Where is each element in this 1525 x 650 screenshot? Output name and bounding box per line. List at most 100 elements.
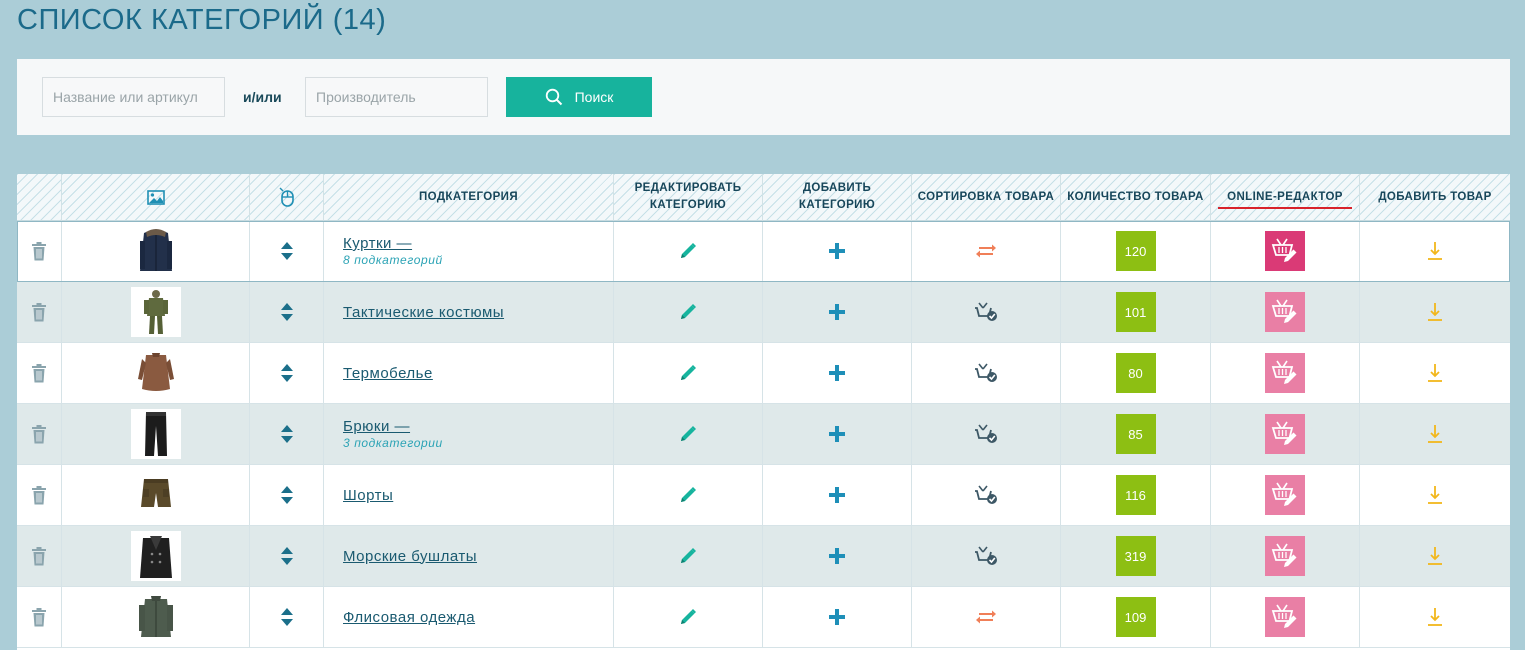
category-thumbnail[interactable] [130, 470, 181, 520]
category-link[interactable]: Термобелье [343, 365, 433, 382]
plus-icon[interactable] [829, 243, 845, 259]
download-icon[interactable] [1428, 242, 1442, 260]
product-count-badge[interactable]: 120 [1115, 231, 1156, 271]
reorder-arrows-icon[interactable] [280, 425, 293, 443]
edit-cell [614, 587, 763, 648]
plus-icon[interactable] [829, 609, 845, 625]
category-link[interactable]: Шорты [343, 487, 393, 504]
plus-icon[interactable] [829, 365, 845, 381]
product-count-badge[interactable]: 116 [1115, 475, 1156, 515]
delete-cell [17, 526, 62, 587]
product-count-badge[interactable]: 85 [1115, 414, 1156, 454]
product-count-badge[interactable]: 109 [1115, 597, 1156, 637]
swap-arrows-icon[interactable] [976, 609, 996, 625]
pencil-icon[interactable] [679, 303, 697, 321]
category-link[interactable]: Тактические костюмы [343, 304, 504, 321]
category-thumbnail[interactable] [130, 226, 181, 276]
product-count-badge[interactable]: 80 [1115, 353, 1156, 393]
pencil-icon[interactable] [679, 608, 697, 626]
plus-icon[interactable] [829, 426, 845, 442]
category-link[interactable]: Морские бушлаты [343, 548, 477, 565]
trash-icon[interactable] [31, 363, 47, 383]
subcategory-cell: Флисовая одежда [324, 587, 614, 648]
swap-arrows-icon[interactable] [976, 243, 996, 259]
category-link[interactable]: Флисовая одежда [343, 609, 475, 626]
online-editor-button[interactable] [1265, 536, 1305, 576]
reorder-arrows-icon[interactable] [280, 486, 293, 504]
plus-icon[interactable] [829, 304, 845, 320]
category-thumbnail[interactable] [130, 348, 181, 398]
download-icon[interactable] [1428, 425, 1442, 443]
reorder-arrows-icon[interactable] [280, 364, 293, 382]
sort-cell [912, 526, 1061, 587]
pencil-icon[interactable] [679, 242, 697, 260]
add-product-cell [1360, 465, 1510, 526]
download-icon[interactable] [1428, 608, 1442, 626]
qty-cell: 101 [1061, 282, 1211, 343]
manufacturer-input[interactable] [305, 77, 488, 117]
category-thumbnail[interactable] [130, 531, 181, 581]
add-product-cell [1360, 526, 1510, 587]
trash-icon[interactable] [31, 485, 47, 505]
add-category-cell [763, 404, 912, 465]
trash-icon[interactable] [31, 241, 47, 261]
trash-icon[interactable] [31, 302, 47, 322]
subcategory-count: 8 подкатегорий [343, 253, 443, 267]
online-editor-button[interactable] [1265, 475, 1305, 515]
download-icon[interactable] [1428, 303, 1442, 321]
pencil-icon[interactable] [679, 547, 697, 565]
sort-check-icon[interactable] [974, 546, 998, 566]
pencil-icon[interactable] [679, 364, 697, 382]
sort-check-icon[interactable] [974, 485, 998, 505]
online-editor-button[interactable] [1265, 231, 1305, 271]
qty-cell: 120 [1061, 221, 1211, 282]
online-editor-button[interactable] [1265, 597, 1305, 637]
table-body: Куртки — 8 подкатегорий 120 Тактические … [17, 221, 1510, 648]
pencil-icon[interactable] [679, 486, 697, 504]
category-link[interactable]: Брюки — [343, 418, 410, 435]
image-cell [62, 465, 250, 526]
sort-check-icon[interactable] [974, 424, 998, 444]
product-count-badge[interactable]: 319 [1115, 536, 1156, 576]
product-count-badge[interactable]: 101 [1115, 292, 1156, 332]
delete-cell [17, 465, 62, 526]
plus-icon[interactable] [829, 548, 845, 564]
download-icon[interactable] [1428, 486, 1442, 504]
trash-icon[interactable] [31, 424, 47, 444]
header-subcategory: ПОДКАТЕГОРИЯ [324, 174, 614, 221]
image-icon [146, 189, 165, 205]
online-editor-button[interactable] [1265, 414, 1305, 454]
image-cell [62, 221, 250, 282]
delete-cell [17, 404, 62, 465]
download-icon[interactable] [1428, 547, 1442, 565]
edit-cell [614, 282, 763, 343]
search-button[interactable]: Поиск [506, 77, 652, 117]
add-category-cell [763, 343, 912, 404]
plus-icon[interactable] [829, 487, 845, 503]
name-or-sku-input[interactable] [42, 77, 225, 117]
table-row: Брюки — 3 подкатегории 85 [17, 404, 1510, 465]
pencil-icon[interactable] [679, 425, 697, 443]
download-icon[interactable] [1428, 364, 1442, 382]
reorder-arrows-icon[interactable] [280, 547, 293, 565]
reorder-arrows-icon[interactable] [280, 608, 293, 626]
delete-cell [17, 282, 62, 343]
online-editor-button[interactable] [1265, 292, 1305, 332]
trash-icon[interactable] [31, 546, 47, 566]
category-thumbnail[interactable] [130, 409, 181, 459]
reorder-arrows-icon[interactable] [280, 242, 293, 260]
edit-cell [614, 221, 763, 282]
sort-check-icon[interactable] [974, 302, 998, 322]
sort-check-icon[interactable] [974, 363, 998, 383]
category-link[interactable]: Куртки — [343, 235, 412, 252]
edit-cell [614, 526, 763, 587]
sort-cell [912, 343, 1061, 404]
category-thumbnail[interactable] [130, 592, 181, 642]
sort-cell [912, 465, 1061, 526]
add-category-cell [763, 282, 912, 343]
sort-cell [912, 282, 1061, 343]
online-editor-button[interactable] [1265, 353, 1305, 393]
reorder-arrows-icon[interactable] [280, 303, 293, 321]
category-thumbnail[interactable] [130, 287, 181, 337]
trash-icon[interactable] [31, 607, 47, 627]
